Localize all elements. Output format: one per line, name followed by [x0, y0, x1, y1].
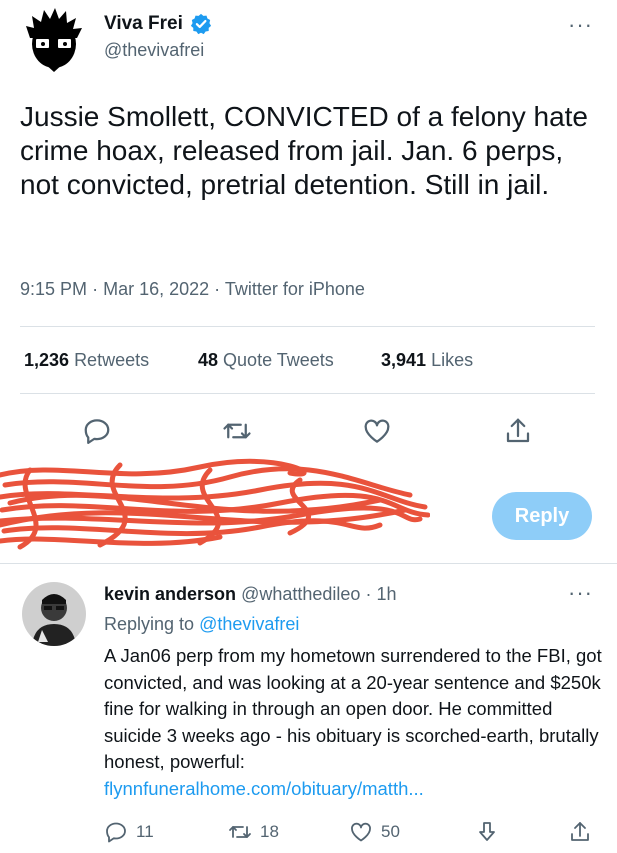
meta-separator: ·: [92, 279, 99, 299]
downvote-icon: [479, 822, 495, 841]
more-icon[interactable]: ···: [568, 580, 593, 606]
quotes-stat[interactable]: 48 Quote Tweets: [198, 350, 334, 371]
likes-stat[interactable]: 3,941 Likes: [381, 350, 473, 371]
reply-retweet-action[interactable]: 18: [228, 820, 279, 844]
tweet-source[interactable]: Twitter for iPhone: [225, 279, 365, 299]
tweet-date[interactable]: Mar 16, 2022: [103, 279, 209, 299]
tweet-meta: 9:15 PM · Mar 16, 2022 · Twitter for iPh…: [20, 279, 365, 300]
tweet-text: Jussie Smollett, CONVICTED of a felony h…: [20, 101, 588, 200]
reply-header: kevin anderson @whatthedileo · 1h: [104, 584, 396, 605]
retweet-icon: [229, 826, 251, 838]
retweets-count: 1,236: [24, 350, 70, 370]
verified-badge-icon: [190, 13, 212, 35]
replying-to: Replying to @thevivafrei: [104, 614, 299, 635]
retweets-stat[interactable]: 1,236 Retweets: [24, 350, 149, 371]
meta-separator: ·: [214, 279, 221, 299]
reply-count: 11: [136, 822, 154, 841]
author-name[interactable]: Viva Frei: [104, 13, 183, 35]
author-handle[interactable]: @thevivafrei: [104, 40, 204, 61]
divider: [20, 326, 595, 327]
retweet-icon[interactable]: [222, 416, 252, 446]
tweet-time[interactable]: 9:15 PM: [20, 279, 87, 299]
likes-label: Likes: [431, 350, 474, 370]
like-icon[interactable]: [362, 416, 392, 446]
share-icon: [571, 822, 589, 841]
reply-author-handle[interactable]: @whatthedileo: [241, 584, 360, 604]
reply-downvote-action[interactable]: [475, 820, 499, 844]
quotes-count: 48: [198, 350, 219, 370]
replying-prefix: Replying to: [104, 614, 195, 634]
replying-mention[interactable]: @thevivafrei: [199, 614, 299, 634]
reply-author-avatar[interactable]: [22, 582, 86, 646]
reply-icon: [106, 822, 126, 843]
reply-body: A Jan06 perp from my hometown surrendere…: [104, 643, 604, 802]
reply-share-action[interactable]: [568, 820, 592, 844]
retweet-count: 18: [260, 822, 279, 841]
reply-like-action[interactable]: 50: [349, 820, 400, 844]
divider: [20, 393, 595, 394]
reply-text: A Jan06 perp from my hometown surrendere…: [104, 645, 602, 772]
divider: [0, 563, 617, 564]
reply-link[interactable]: flynnfuneralhome.com/obituary/matth...: [104, 778, 424, 799]
reply-button[interactable]: Reply: [492, 492, 592, 540]
retweets-label: Retweets: [74, 350, 150, 370]
like-count: 50: [381, 822, 400, 841]
like-icon: [351, 822, 371, 842]
likes-count: 3,941: [381, 350, 427, 370]
quotes-label: Quote Tweets: [223, 350, 334, 370]
reply-icon[interactable]: [82, 416, 112, 446]
redaction-scribble: [0, 455, 431, 555]
reply-author-name[interactable]: kevin anderson: [104, 584, 236, 604]
reply-reply-action[interactable]: 11: [104, 820, 154, 844]
more-icon[interactable]: ···: [568, 12, 593, 38]
reply-separator: ·: [365, 584, 372, 604]
author-avatar[interactable]: [22, 8, 86, 72]
share-icon[interactable]: [503, 416, 533, 446]
reply-time[interactable]: 1h: [376, 584, 396, 604]
